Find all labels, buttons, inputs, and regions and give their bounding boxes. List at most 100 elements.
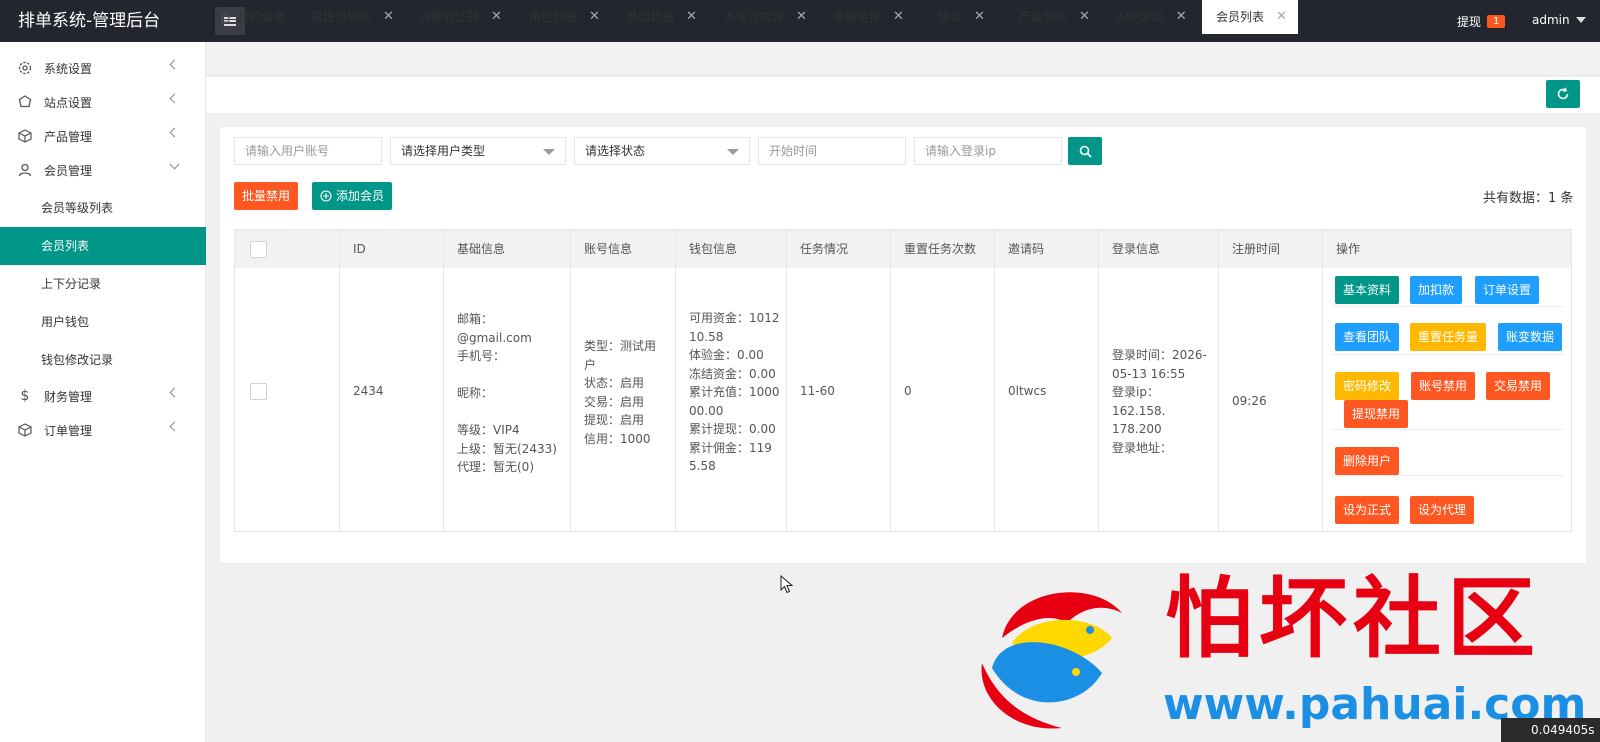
row-reset-count: 0 bbox=[904, 384, 912, 398]
wallet-trial: 体验金：0.00 bbox=[689, 348, 764, 362]
login-time: 登录时间：2026- bbox=[1112, 348, 1207, 362]
tab-basic-data[interactable]: 基础数据 ✕ bbox=[626, 0, 697, 34]
column-divider bbox=[570, 230, 571, 531]
close-icon[interactable]: ✕ bbox=[1276, 0, 1287, 34]
tab-service-links[interactable]: 客服链接 ✕ bbox=[833, 0, 904, 34]
sidebar-item-system[interactable]: 系统设置 bbox=[0, 50, 206, 86]
withdraw-notice[interactable]: 提现 1 bbox=[1457, 13, 1506, 30]
account-input[interactable]: 请输入用户账号 bbox=[234, 137, 382, 165]
chevron-left-icon bbox=[169, 127, 180, 138]
tab-i18n[interactable]: 多语言内容 ✕ bbox=[724, 0, 807, 34]
basic-level: 等级：VIP4 bbox=[457, 423, 520, 437]
adjust-balance-button[interactable]: 加扣款 bbox=[1410, 276, 1462, 304]
add-member-button[interactable]: 添加会员 bbox=[312, 182, 392, 210]
sidebar-item-finance[interactable]: $ 财务管理 bbox=[0, 378, 206, 414]
delete-user-button[interactable]: 删除用户 bbox=[1335, 447, 1399, 475]
row-id: 2434 bbox=[353, 384, 384, 398]
wallet-frozen: 冻结资金：0.00 bbox=[689, 366, 776, 381]
chevron-down-icon bbox=[169, 159, 180, 170]
view-team-button[interactable]: 查看团队 bbox=[1335, 323, 1399, 351]
mouse-cursor-icon bbox=[780, 575, 794, 594]
basic-phone: 手机号： bbox=[457, 349, 506, 363]
sidebar-sub-score-records[interactable]: 上下分记录 bbox=[0, 265, 206, 303]
close-icon[interactable]: ✕ bbox=[893, 0, 904, 34]
column-header-register: 注册时间 bbox=[1232, 242, 1281, 256]
login-ip-cont: 178.200 bbox=[1112, 422, 1162, 436]
dollar-icon: $ bbox=[20, 388, 30, 404]
basic-info-button[interactable]: 基本资料 bbox=[1335, 276, 1399, 304]
search-icon bbox=[1079, 145, 1092, 158]
set-official-button[interactable]: 设为正式 bbox=[1335, 496, 1399, 524]
search-button[interactable] bbox=[1068, 137, 1102, 165]
sidebar-sub-user-wallet[interactable]: 用户钱包 bbox=[0, 303, 206, 341]
column-header-account: 账号信息 bbox=[584, 242, 633, 256]
tab-agreement[interactable]: 协议 ✕ bbox=[938, 0, 985, 34]
account-type: 类型：测试用 bbox=[584, 339, 657, 353]
reset-task-button[interactable]: 重置任务量 bbox=[1410, 323, 1486, 351]
row-login-info: 登录时间：2026- 05-13 16:55 登录ip： 162.158. 17… bbox=[1112, 346, 1216, 457]
sidebar-sub-member-list[interactable]: 会员列表 bbox=[0, 227, 206, 265]
tab-label: 我的桌面 bbox=[237, 10, 286, 24]
sidebar-item-products[interactable]: 产品管理 bbox=[0, 118, 206, 154]
change-password-button[interactable]: 密码修改 bbox=[1335, 372, 1399, 400]
column-header-reset: 重置任务次数 bbox=[904, 242, 977, 256]
user-type-select[interactable]: 请选择用户类型 bbox=[390, 137, 566, 165]
user-menu[interactable]: admin bbox=[1532, 13, 1586, 27]
status-select[interactable]: 请选择状态 bbox=[574, 137, 750, 165]
sidebar-sub-wallet-log[interactable]: 钱包修改记录 bbox=[0, 341, 206, 379]
sidebar-item-orders[interactable]: 订单管理 bbox=[0, 412, 206, 448]
login-ip-input[interactable]: 请输入登录ip bbox=[914, 137, 1062, 165]
column-header-id: ID bbox=[353, 242, 366, 256]
add-member-label: 添加会员 bbox=[335, 189, 384, 203]
sidebar-item-site[interactable]: 站点设置 bbox=[0, 84, 206, 120]
tab-app-scroll[interactable]: APP滚动 ✕ bbox=[1117, 0, 1187, 34]
account-type-cont: 户 bbox=[584, 357, 597, 372]
box-icon bbox=[18, 129, 32, 143]
close-icon[interactable]: ✕ bbox=[686, 0, 697, 34]
select-all-checkbox[interactable] bbox=[250, 241, 267, 258]
withdraw-label: 提现 bbox=[1457, 15, 1482, 29]
account-credit: 信用：1000 bbox=[584, 431, 651, 446]
batch-disable-button[interactable]: 批量禁用 bbox=[234, 182, 298, 210]
caret-down-icon bbox=[543, 149, 555, 155]
tab-desktop[interactable]: 我的桌面 bbox=[220, 0, 285, 34]
sidebar-sub-member-level[interactable]: 会员等级列表 bbox=[0, 189, 206, 227]
order-settings-button[interactable]: 订单设置 bbox=[1475, 276, 1539, 304]
column-divider bbox=[890, 230, 891, 531]
set-agent-button[interactable]: 设为代理 bbox=[1410, 496, 1474, 524]
gear-icon bbox=[18, 61, 32, 75]
disable-account-button[interactable]: 账号禁用 bbox=[1411, 372, 1475, 400]
close-icon[interactable]: ✕ bbox=[589, 0, 600, 34]
brand-title: 排单系统-管理后台 bbox=[18, 11, 161, 31]
user-icon bbox=[18, 163, 32, 177]
account-changes-button[interactable]: 账变数据 bbox=[1498, 323, 1562, 351]
tab-member-list[interactable]: 会员列表 ✕ bbox=[1202, 0, 1298, 34]
plus-circle-icon bbox=[320, 190, 332, 202]
tab-google-auth[interactable]: 谷歌验证器 ✕ bbox=[419, 0, 502, 34]
close-icon[interactable]: ✕ bbox=[491, 0, 502, 34]
tab-roles[interactable]: 角色列表 ✕ bbox=[529, 0, 600, 34]
tab-products[interactable]: 产品列表 ✕ bbox=[1019, 0, 1090, 34]
chevron-left-icon bbox=[169, 421, 180, 432]
wallet-total-recharge: 累计充值：1000 bbox=[689, 385, 780, 399]
disable-trade-button[interactable]: 交易禁用 bbox=[1486, 372, 1550, 400]
close-icon[interactable]: ✕ bbox=[1176, 0, 1187, 34]
home-icon bbox=[220, 12, 231, 23]
row-checkbox[interactable] bbox=[250, 383, 267, 400]
sidebar-item-members[interactable]: 会员管理 bbox=[0, 152, 206, 188]
login-ip: 登录ip： 162.158. bbox=[1112, 385, 1166, 418]
sidebar-item-label: 产品管理 bbox=[44, 129, 93, 144]
disable-withdraw-button[interactable]: 提现禁用 bbox=[1344, 400, 1408, 428]
close-icon[interactable]: ✕ bbox=[974, 0, 985, 34]
account-trade: 交易：启用 bbox=[584, 394, 645, 409]
close-icon[interactable]: ✕ bbox=[1079, 0, 1090, 34]
close-icon[interactable]: ✕ bbox=[796, 0, 807, 34]
sidebar-item-label: 会员管理 bbox=[44, 163, 93, 178]
refresh-button[interactable] bbox=[1546, 80, 1580, 108]
column-divider bbox=[1098, 230, 1099, 531]
column-header-basic: 基础信息 bbox=[457, 242, 506, 256]
basic-email-label: 邮箱： bbox=[457, 312, 494, 326]
close-icon[interactable]: ✕ bbox=[383, 0, 394, 34]
tab-admin-list[interactable]: 管理员列表 ✕ bbox=[311, 0, 394, 34]
start-time-input[interactable]: 开始时间 bbox=[758, 137, 906, 165]
